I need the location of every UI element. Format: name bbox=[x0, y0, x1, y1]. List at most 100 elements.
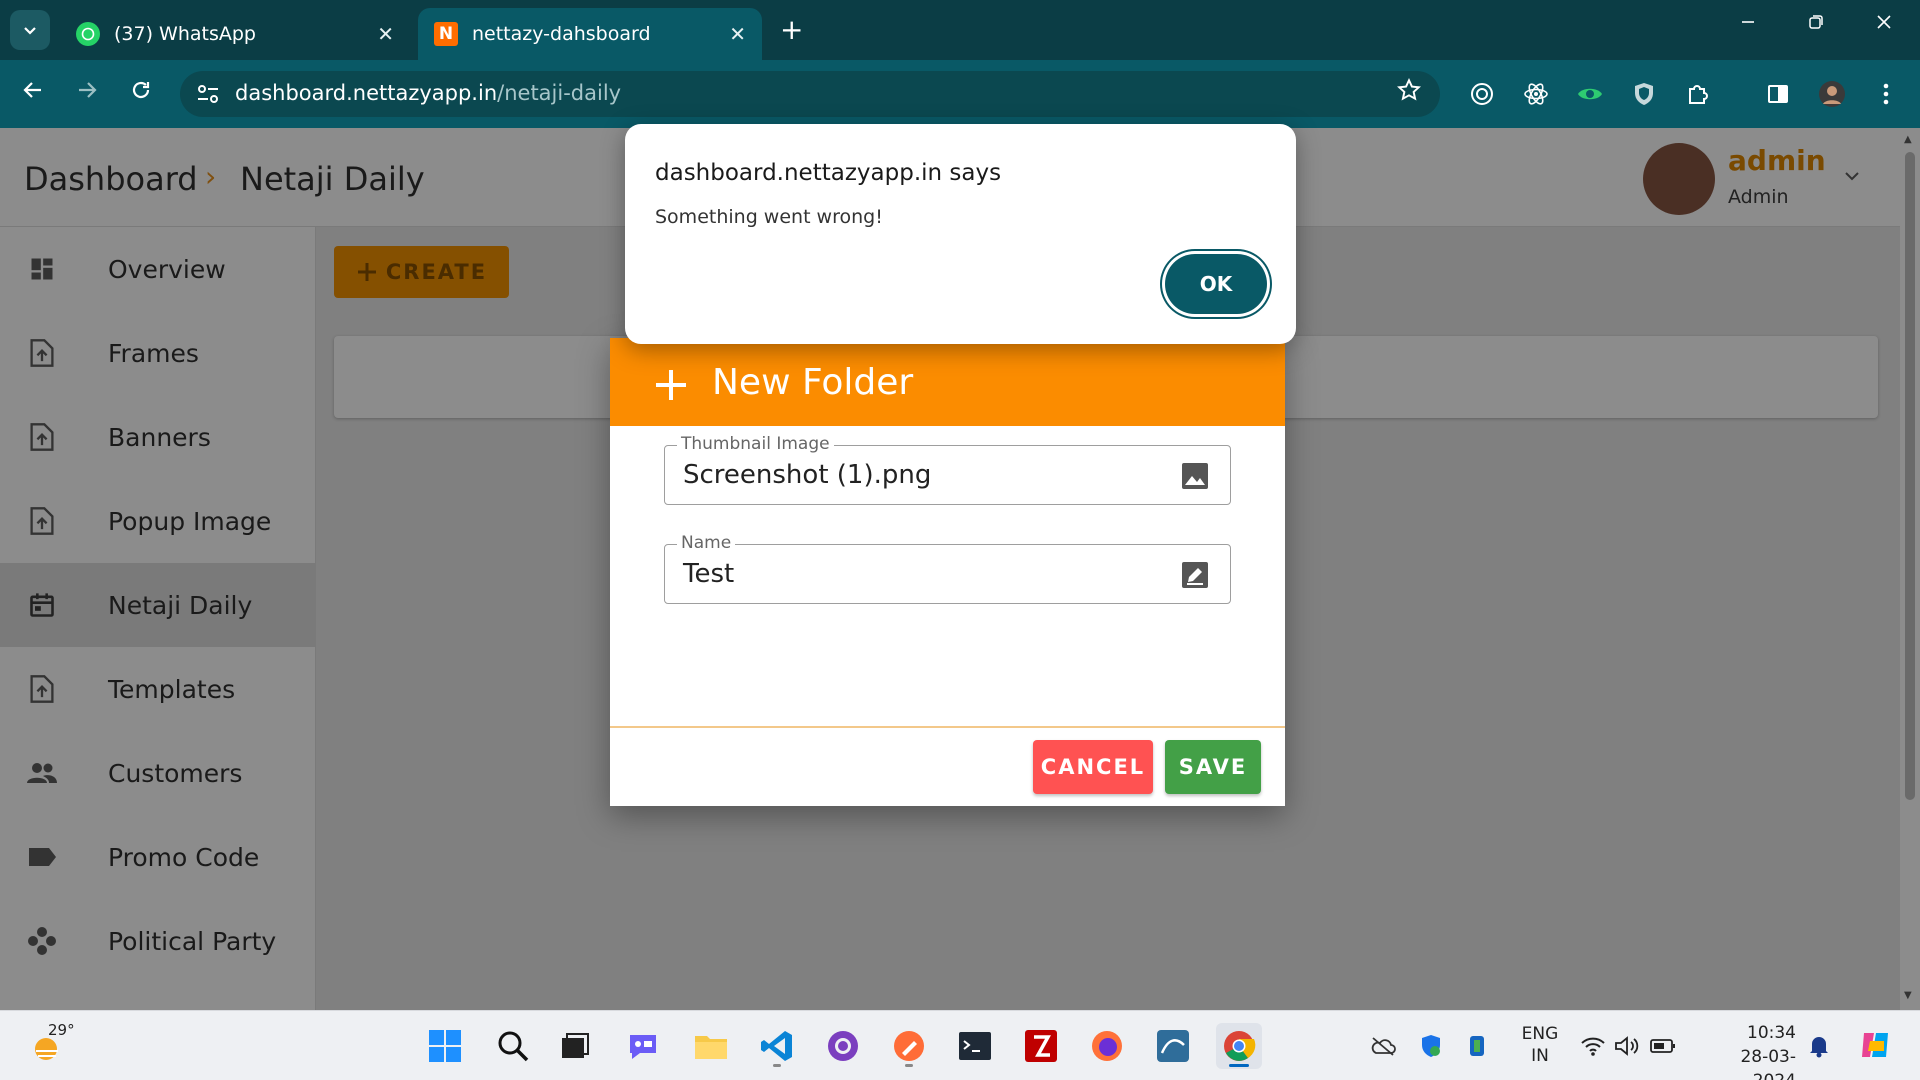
alert-message: Something went wrong! bbox=[655, 206, 883, 228]
edit-icon[interactable] bbox=[1180, 560, 1210, 590]
profile-avatar-icon[interactable] bbox=[1818, 80, 1846, 108]
scroll-down-arrow-icon[interactable]: ▼ bbox=[1904, 990, 1912, 1001]
region-code: IN bbox=[1531, 1046, 1549, 1066]
extensions-puzzle-icon[interactable] bbox=[1684, 80, 1712, 108]
reload-button[interactable] bbox=[124, 78, 158, 110]
battery-icon[interactable] bbox=[1650, 1033, 1676, 1059]
url-host: dashboard.nettazyapp.in bbox=[235, 81, 498, 105]
field-value: Test bbox=[683, 559, 735, 589]
ok-button[interactable]: OK bbox=[1165, 254, 1267, 314]
browser-tabstrip: (37) WhatsApp ✕ N nettazy-dahsboard ✕ + bbox=[0, 0, 1920, 60]
sidebar-item-banners[interactable]: Banners bbox=[0, 395, 316, 479]
clock-time: 10:34 bbox=[1747, 1023, 1796, 1043]
terminal-icon bbox=[959, 1032, 991, 1060]
firefox-icon bbox=[1092, 1031, 1122, 1061]
page-scrollbar[interactable]: ▲ ▼ bbox=[1900, 128, 1920, 1010]
sidebar-item-label: Popup Image bbox=[108, 506, 272, 536]
sidebar-item-customers[interactable]: Customers bbox=[0, 731, 316, 815]
taskbar-app-terminal[interactable] bbox=[952, 1023, 998, 1069]
chevron-down-icon[interactable] bbox=[1842, 166, 1862, 186]
onedrive-offline-icon[interactable] bbox=[1370, 1033, 1396, 1059]
search-button[interactable] bbox=[490, 1023, 536, 1069]
taskbar-app-file-explorer[interactable] bbox=[688, 1023, 734, 1069]
user-name: admin bbox=[1728, 144, 1826, 177]
sidebar-item-popup-image[interactable]: Popup Image bbox=[0, 479, 316, 563]
sidebar-item-netaji-daily[interactable]: Netaji Daily bbox=[0, 563, 316, 647]
tab-nettazy-dashboard[interactable]: N nettazy-dahsboard ✕ bbox=[418, 8, 762, 60]
label-tag-icon bbox=[26, 841, 58, 873]
scroll-up-arrow-icon[interactable]: ▲ bbox=[1904, 134, 1912, 145]
taskbar-app-chat[interactable] bbox=[620, 1023, 666, 1069]
restore-icon[interactable] bbox=[1796, 12, 1836, 37]
name-field[interactable]: Name Test bbox=[664, 533, 1231, 604]
browser-toolbar: dashboard.nettazyapp.in/netaji-daily bbox=[0, 60, 1920, 128]
calendar-icon bbox=[26, 589, 58, 621]
volume-icon[interactable] bbox=[1614, 1033, 1640, 1059]
save-button[interactable]: SAVE bbox=[1165, 740, 1261, 794]
forward-button[interactable] bbox=[70, 78, 104, 110]
copilot-icon[interactable] bbox=[1858, 1027, 1894, 1063]
field-value: Screenshot (1).png bbox=[683, 460, 932, 490]
extension-shield-icon[interactable] bbox=[1630, 80, 1658, 108]
system-clock[interactable]: 10:34 28-03-2024 bbox=[1700, 1021, 1796, 1080]
back-button[interactable] bbox=[16, 78, 50, 110]
close-tab-icon[interactable]: ✕ bbox=[377, 22, 394, 46]
sidebar-item-promo-code[interactable]: Promo Code bbox=[0, 815, 316, 899]
close-tab-icon[interactable]: ✕ bbox=[729, 22, 746, 46]
file-upload-icon bbox=[26, 673, 58, 705]
task-view-button[interactable] bbox=[552, 1023, 598, 1069]
sidebar: Overview Frames Banners Popup Image Neta… bbox=[0, 227, 316, 1010]
dashboard-icon bbox=[26, 253, 58, 285]
search-icon bbox=[498, 1031, 529, 1062]
close-window-icon[interactable] bbox=[1864, 12, 1904, 37]
github-icon bbox=[828, 1031, 858, 1061]
tab-whatsapp[interactable]: (37) WhatsApp ✕ bbox=[60, 8, 410, 60]
avatar[interactable] bbox=[1643, 143, 1715, 215]
site-settings-icon[interactable] bbox=[196, 83, 220, 105]
extension-eye-icon[interactable] bbox=[1576, 80, 1604, 108]
cancel-button[interactable]: CANCEL bbox=[1033, 740, 1153, 794]
sidebar-item-political-party[interactable]: Political Party bbox=[0, 899, 316, 983]
folder-icon bbox=[695, 1036, 727, 1059]
extension-target-icon[interactable] bbox=[1468, 80, 1496, 108]
taskbar-app-postman[interactable] bbox=[886, 1023, 932, 1069]
minimize-icon[interactable] bbox=[1728, 12, 1768, 37]
vscode-icon bbox=[761, 1031, 792, 1061]
sidebar-item-label: Customers bbox=[108, 758, 243, 788]
tray-app-icon[interactable] bbox=[1464, 1033, 1490, 1059]
side-panel-icon[interactable] bbox=[1764, 80, 1792, 108]
url-path: /netaji-daily bbox=[497, 81, 622, 105]
taskbar-app-filezilla[interactable] bbox=[1018, 1023, 1064, 1069]
reload-icon bbox=[132, 81, 150, 99]
taskbar-app-github[interactable] bbox=[820, 1023, 866, 1069]
sidebar-item-templates[interactable]: Templates bbox=[0, 647, 316, 731]
start-button[interactable] bbox=[422, 1023, 468, 1069]
taskbar-app-firefox[interactable] bbox=[1084, 1023, 1130, 1069]
tab-search-button[interactable] bbox=[10, 10, 50, 50]
sidebar-item-label: Templates bbox=[108, 674, 236, 704]
thumbnail-image-field[interactable]: Thumbnail Image Screenshot (1).png bbox=[664, 434, 1231, 505]
sidebar-item-frames[interactable]: Frames bbox=[0, 311, 316, 395]
security-shield-icon[interactable] bbox=[1418, 1033, 1444, 1059]
taskbar-app-mysql-workbench[interactable] bbox=[1150, 1023, 1196, 1069]
create-button[interactable]: CREATE bbox=[334, 246, 509, 298]
extension-react-icon[interactable] bbox=[1522, 80, 1550, 108]
notification-bell-icon[interactable] bbox=[1806, 1033, 1832, 1059]
browser-alert-dialog: dashboard.nettazyapp.in says Something w… bbox=[625, 124, 1296, 344]
wifi-icon[interactable] bbox=[1580, 1033, 1606, 1059]
sidebar-item-overview[interactable]: Overview bbox=[0, 227, 316, 311]
filezilla-icon bbox=[1025, 1030, 1057, 1062]
address-bar[interactable]: dashboard.nettazyapp.in/netaji-daily bbox=[180, 71, 1440, 117]
taskbar-app-vscode[interactable] bbox=[754, 1023, 800, 1069]
tab-title: (37) WhatsApp bbox=[114, 23, 256, 45]
chat-app-icon bbox=[630, 1035, 656, 1059]
new-tab-button[interactable]: + bbox=[780, 14, 803, 46]
breadcrumb-dashboard[interactable]: Dashboard bbox=[24, 160, 198, 198]
create-button-label: CREATE bbox=[385, 260, 488, 284]
input-language-indicator[interactable]: ENG IN bbox=[1518, 1023, 1562, 1067]
bookmark-star-icon[interactable] bbox=[1396, 77, 1422, 110]
scrollbar-thumb[interactable] bbox=[1905, 152, 1915, 800]
browser-menu-icon[interactable] bbox=[1872, 80, 1900, 108]
image-icon[interactable] bbox=[1180, 461, 1210, 491]
taskbar-app-chrome[interactable] bbox=[1216, 1023, 1262, 1069]
